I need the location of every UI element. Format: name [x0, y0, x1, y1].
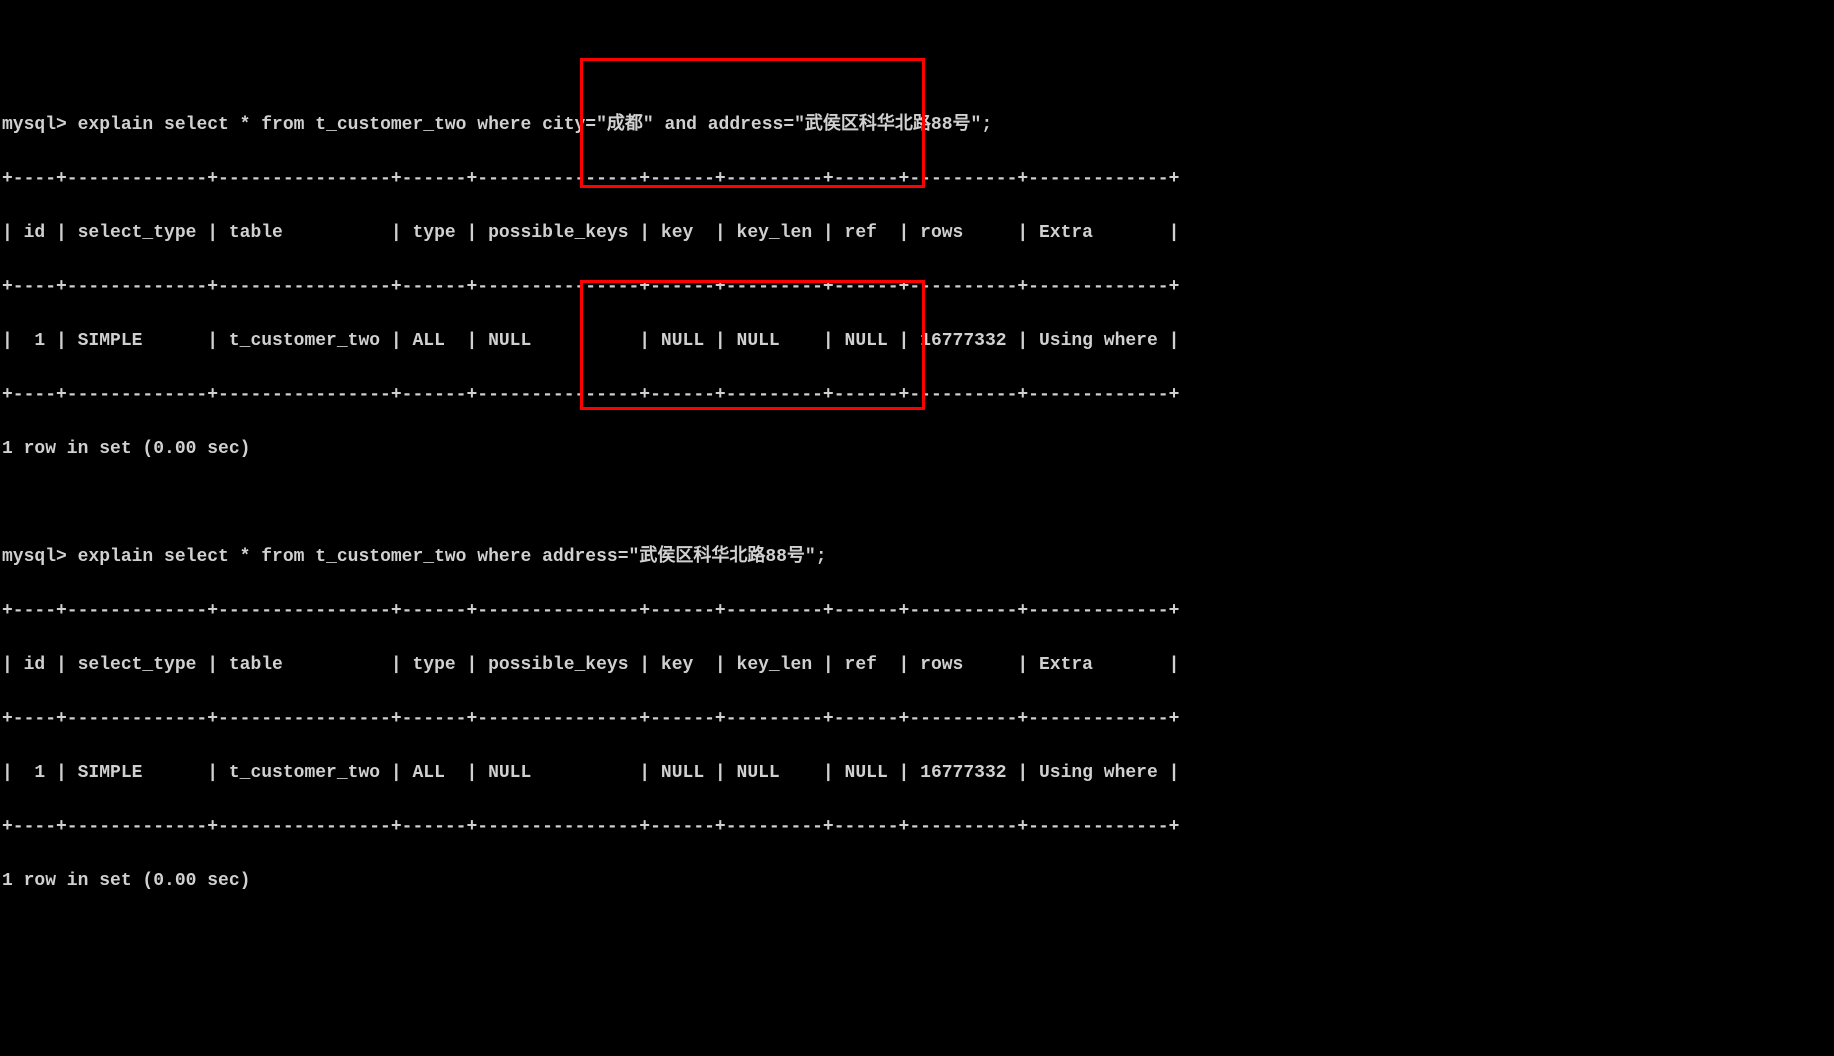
query2-cmd: mysql> explain select * from t_customer_…	[2, 544, 1832, 571]
result-footer: 1 row in set (0.00 sec)	[2, 436, 1832, 463]
sql-statement: explain select * from t_customer_two whe…	[78, 547, 827, 567]
table-border-bot: +----+-------------+----------------+---…	[2, 814, 1832, 841]
table-border-mid: +----+-------------+----------------+---…	[2, 274, 1832, 301]
table-border-mid: +----+-------------+----------------+---…	[2, 706, 1832, 733]
table-row: | 1 | SIMPLE | t_customer_two | ALL | NU…	[2, 328, 1832, 355]
sql-statement: explain select * from t_customer_two whe…	[78, 115, 993, 135]
query1-cmd: mysql> explain select * from t_customer_…	[2, 112, 1832, 139]
table-border-bot: +----+-------------+----------------+---…	[2, 382, 1832, 409]
mysql-prompt: mysql>	[2, 547, 78, 567]
table-border-top: +----+-------------+----------------+---…	[2, 166, 1832, 193]
result-footer: 1 row in set (0.00 sec)	[2, 868, 1832, 895]
table-border-top: +----+-------------+----------------+---…	[2, 598, 1832, 625]
table-header: | id | select_type | table | type | poss…	[2, 220, 1832, 247]
table-header: | id | select_type | table | type | poss…	[2, 652, 1832, 679]
mysql-prompt: mysql>	[2, 115, 78, 135]
table-row: | 1 | SIMPLE | t_customer_two | ALL | NU…	[2, 760, 1832, 787]
blank-line	[2, 490, 1832, 517]
